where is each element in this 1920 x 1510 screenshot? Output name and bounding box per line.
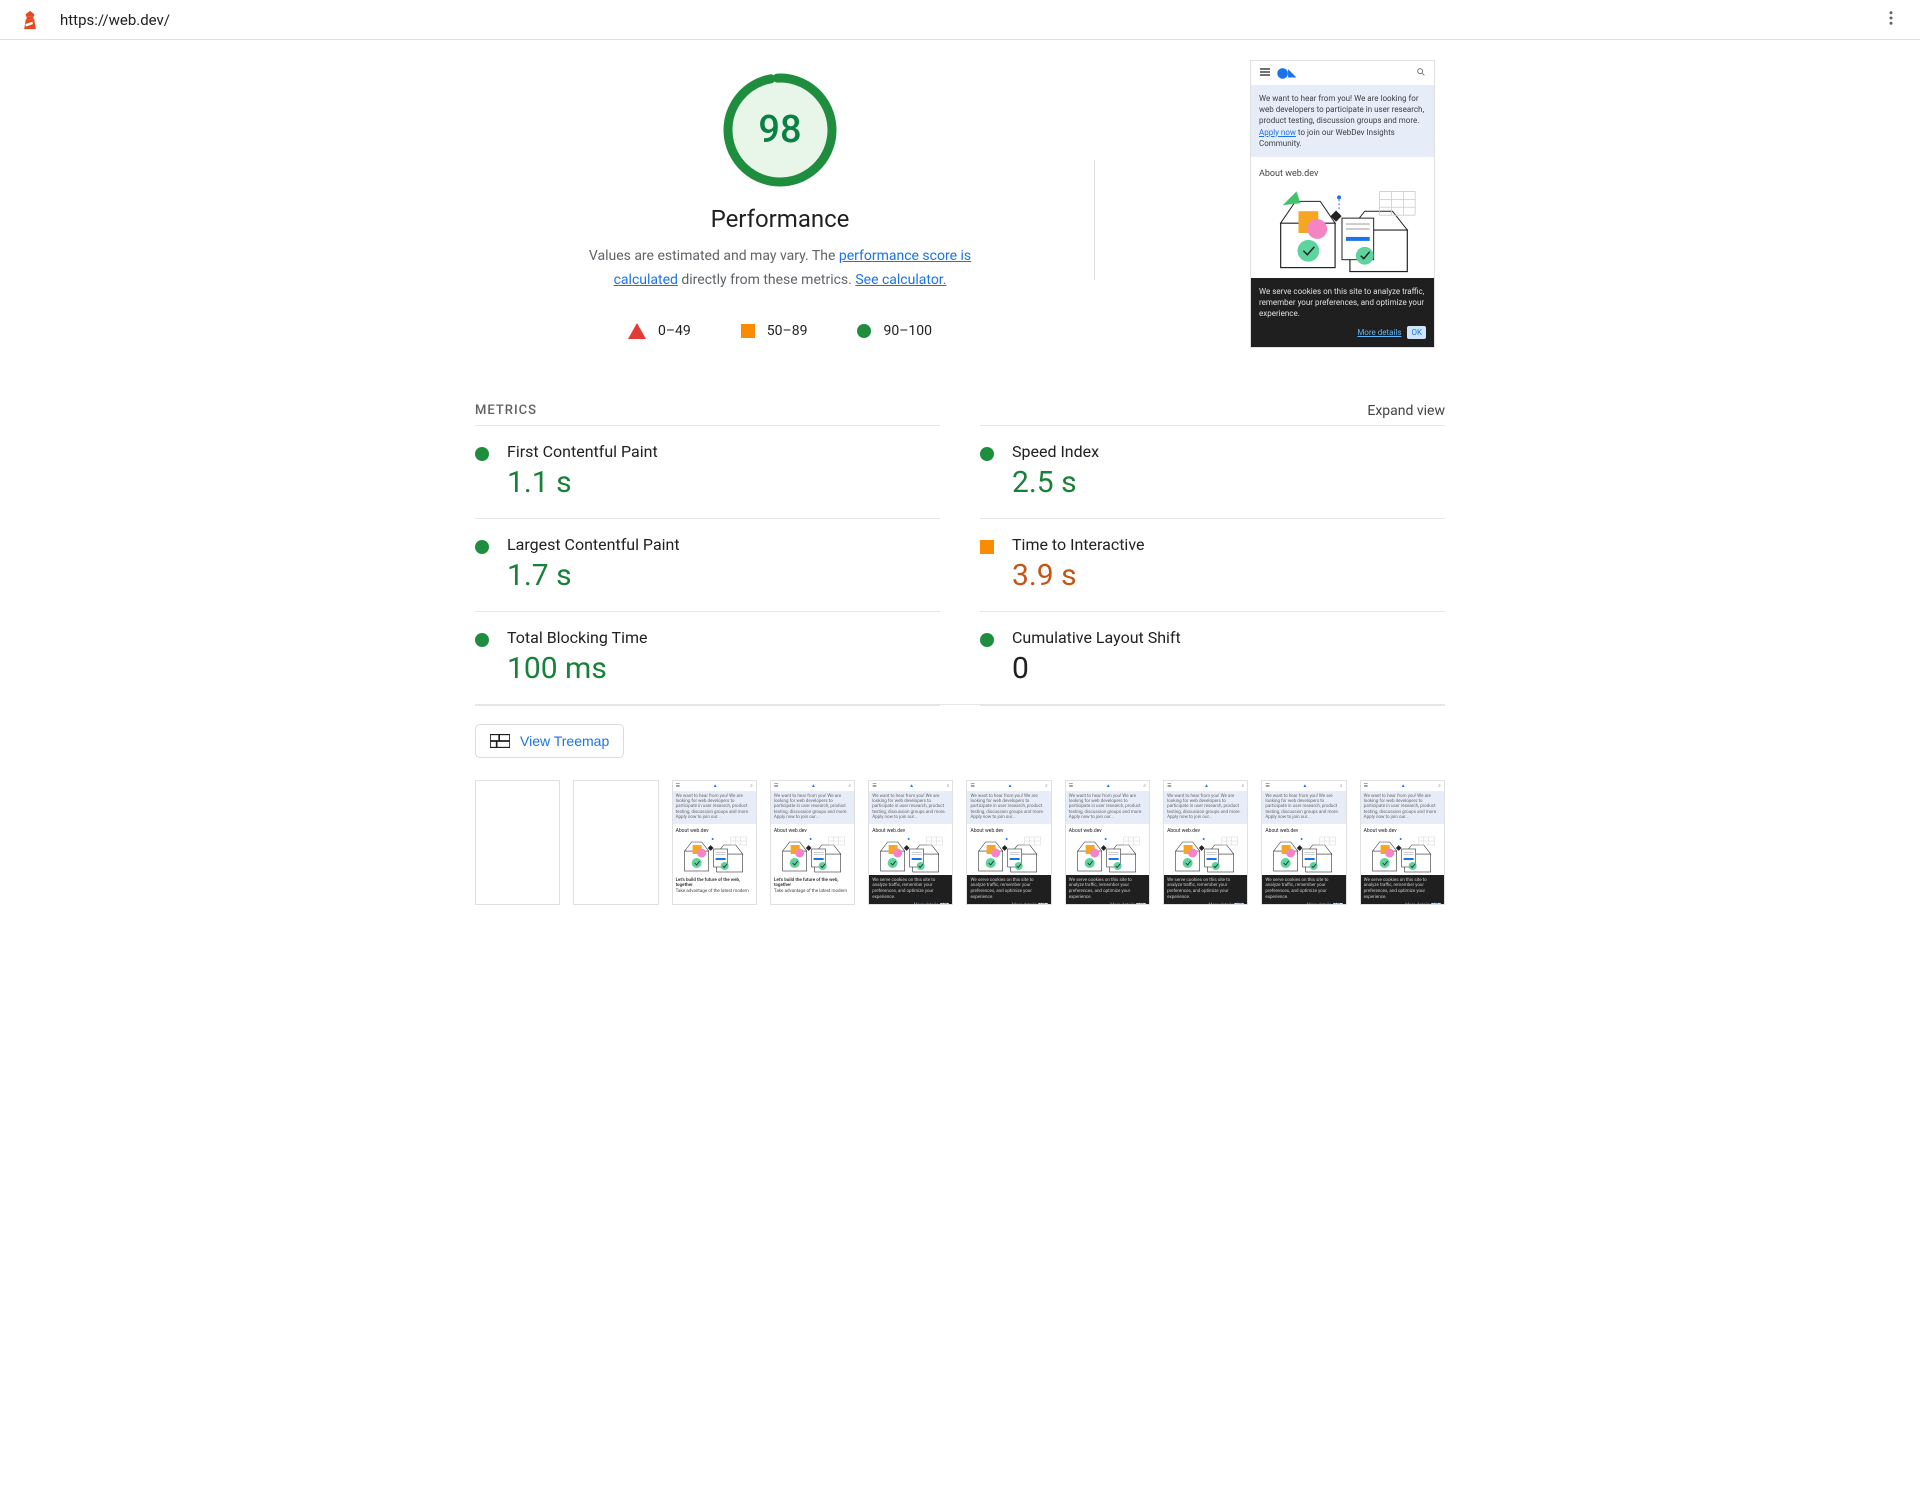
- metric-value: 1.1 s: [507, 465, 940, 500]
- lighthouse-icon: [20, 10, 40, 30]
- filmstrip-frame: ☰▴⌕We want to hear from you! We are look…: [672, 780, 757, 905]
- filmstrip: ☰▴⌕We want to hear from you! We are look…: [465, 780, 1455, 905]
- metric-value: 0: [1012, 651, 1445, 686]
- metric-name: Total Blocking Time: [507, 628, 940, 647]
- filmstrip-frame: ☰▴⌕We want to hear from you! We are look…: [868, 780, 953, 905]
- metric-name: Speed Index: [1012, 442, 1445, 461]
- hamburger-icon: [1259, 67, 1271, 79]
- search-icon: [1416, 67, 1426, 79]
- score-legend: 0–49 50–89 90–100: [628, 323, 932, 339]
- metric-value: 2.5 s: [1012, 465, 1445, 500]
- treemap-icon: [490, 734, 510, 748]
- performance-gauge: 98: [720, 70, 840, 190]
- gauge-label: Performance: [711, 205, 850, 233]
- metric-status-icon: [475, 540, 489, 554]
- calculator-link[interactable]: See calculator.: [855, 272, 946, 288]
- metric-item: Total Blocking Time 100 ms: [475, 611, 940, 704]
- metrics-heading: METRICS: [475, 403, 537, 418]
- filmstrip-frame: ☰▴⌕We want to hear from you! We are look…: [1163, 780, 1248, 905]
- metric-item: Largest Contentful Paint 1.7 s: [475, 518, 940, 611]
- metric-item: Time to Interactive 3.9 s: [980, 518, 1445, 611]
- filmstrip-frame: [573, 780, 658, 905]
- filmstrip-frame: ☰▴⌕We want to hear from you! We are look…: [1360, 780, 1445, 905]
- metric-status-icon: [980, 447, 994, 461]
- report-header: https://web.dev/: [0, 0, 1920, 40]
- metric-name: Cumulative Layout Shift: [1012, 628, 1445, 647]
- final-screenshot: ⬤◣ We want to hear from you! We are look…: [1250, 60, 1435, 348]
- metric-name: Largest Contentful Paint: [507, 535, 940, 554]
- more-menu-icon[interactable]: [1882, 9, 1900, 31]
- illustration: [1251, 183, 1434, 278]
- metric-status-icon: [475, 447, 489, 461]
- metric-value: 3.9 s: [1012, 558, 1445, 593]
- gauge-score: 98: [758, 108, 801, 152]
- filmstrip-frame: ☰▴⌕We want to hear from you! We are look…: [1065, 780, 1150, 905]
- filmstrip-frame: ☰▴⌕We want to hear from you! We are look…: [966, 780, 1051, 905]
- metric-item: Speed Index 2.5 s: [980, 425, 1445, 518]
- filmstrip-frame: ☰▴⌕We want to hear from you! We are look…: [770, 780, 855, 905]
- legend-fail-icon: [628, 323, 646, 339]
- metric-item: Cumulative Layout Shift 0: [980, 611, 1445, 704]
- metric-name: First Contentful Paint: [507, 442, 940, 461]
- expand-view-toggle[interactable]: Expand view: [1367, 403, 1445, 419]
- metric-status-icon: [475, 633, 489, 647]
- filmstrip-frame: [475, 780, 560, 905]
- webdev-logo-icon: ⬤◣: [1277, 68, 1296, 79]
- view-treemap-button[interactable]: View Treemap: [475, 724, 624, 758]
- metric-item: First Contentful Paint 1.1 s: [475, 425, 940, 518]
- metric-status-icon: [980, 540, 994, 554]
- divider: [1094, 160, 1095, 280]
- metric-value: 1.7 s: [507, 558, 940, 593]
- metric-value: 100 ms: [507, 651, 940, 686]
- metric-status-icon: [980, 633, 994, 647]
- metric-name: Time to Interactive: [1012, 535, 1445, 554]
- legend-avg-icon: [741, 324, 755, 338]
- metrics-grid: First Contentful Paint 1.1 s Speed Index 2.…: [465, 425, 1455, 704]
- gauge-description: Values are estimated and may vary. The p…: [570, 245, 990, 293]
- legend-pass-icon: [857, 324, 871, 338]
- filmstrip-frame: ☰▴⌕We want to hear from you! We are look…: [1261, 780, 1346, 905]
- report-url: https://web.dev/: [60, 11, 1882, 29]
